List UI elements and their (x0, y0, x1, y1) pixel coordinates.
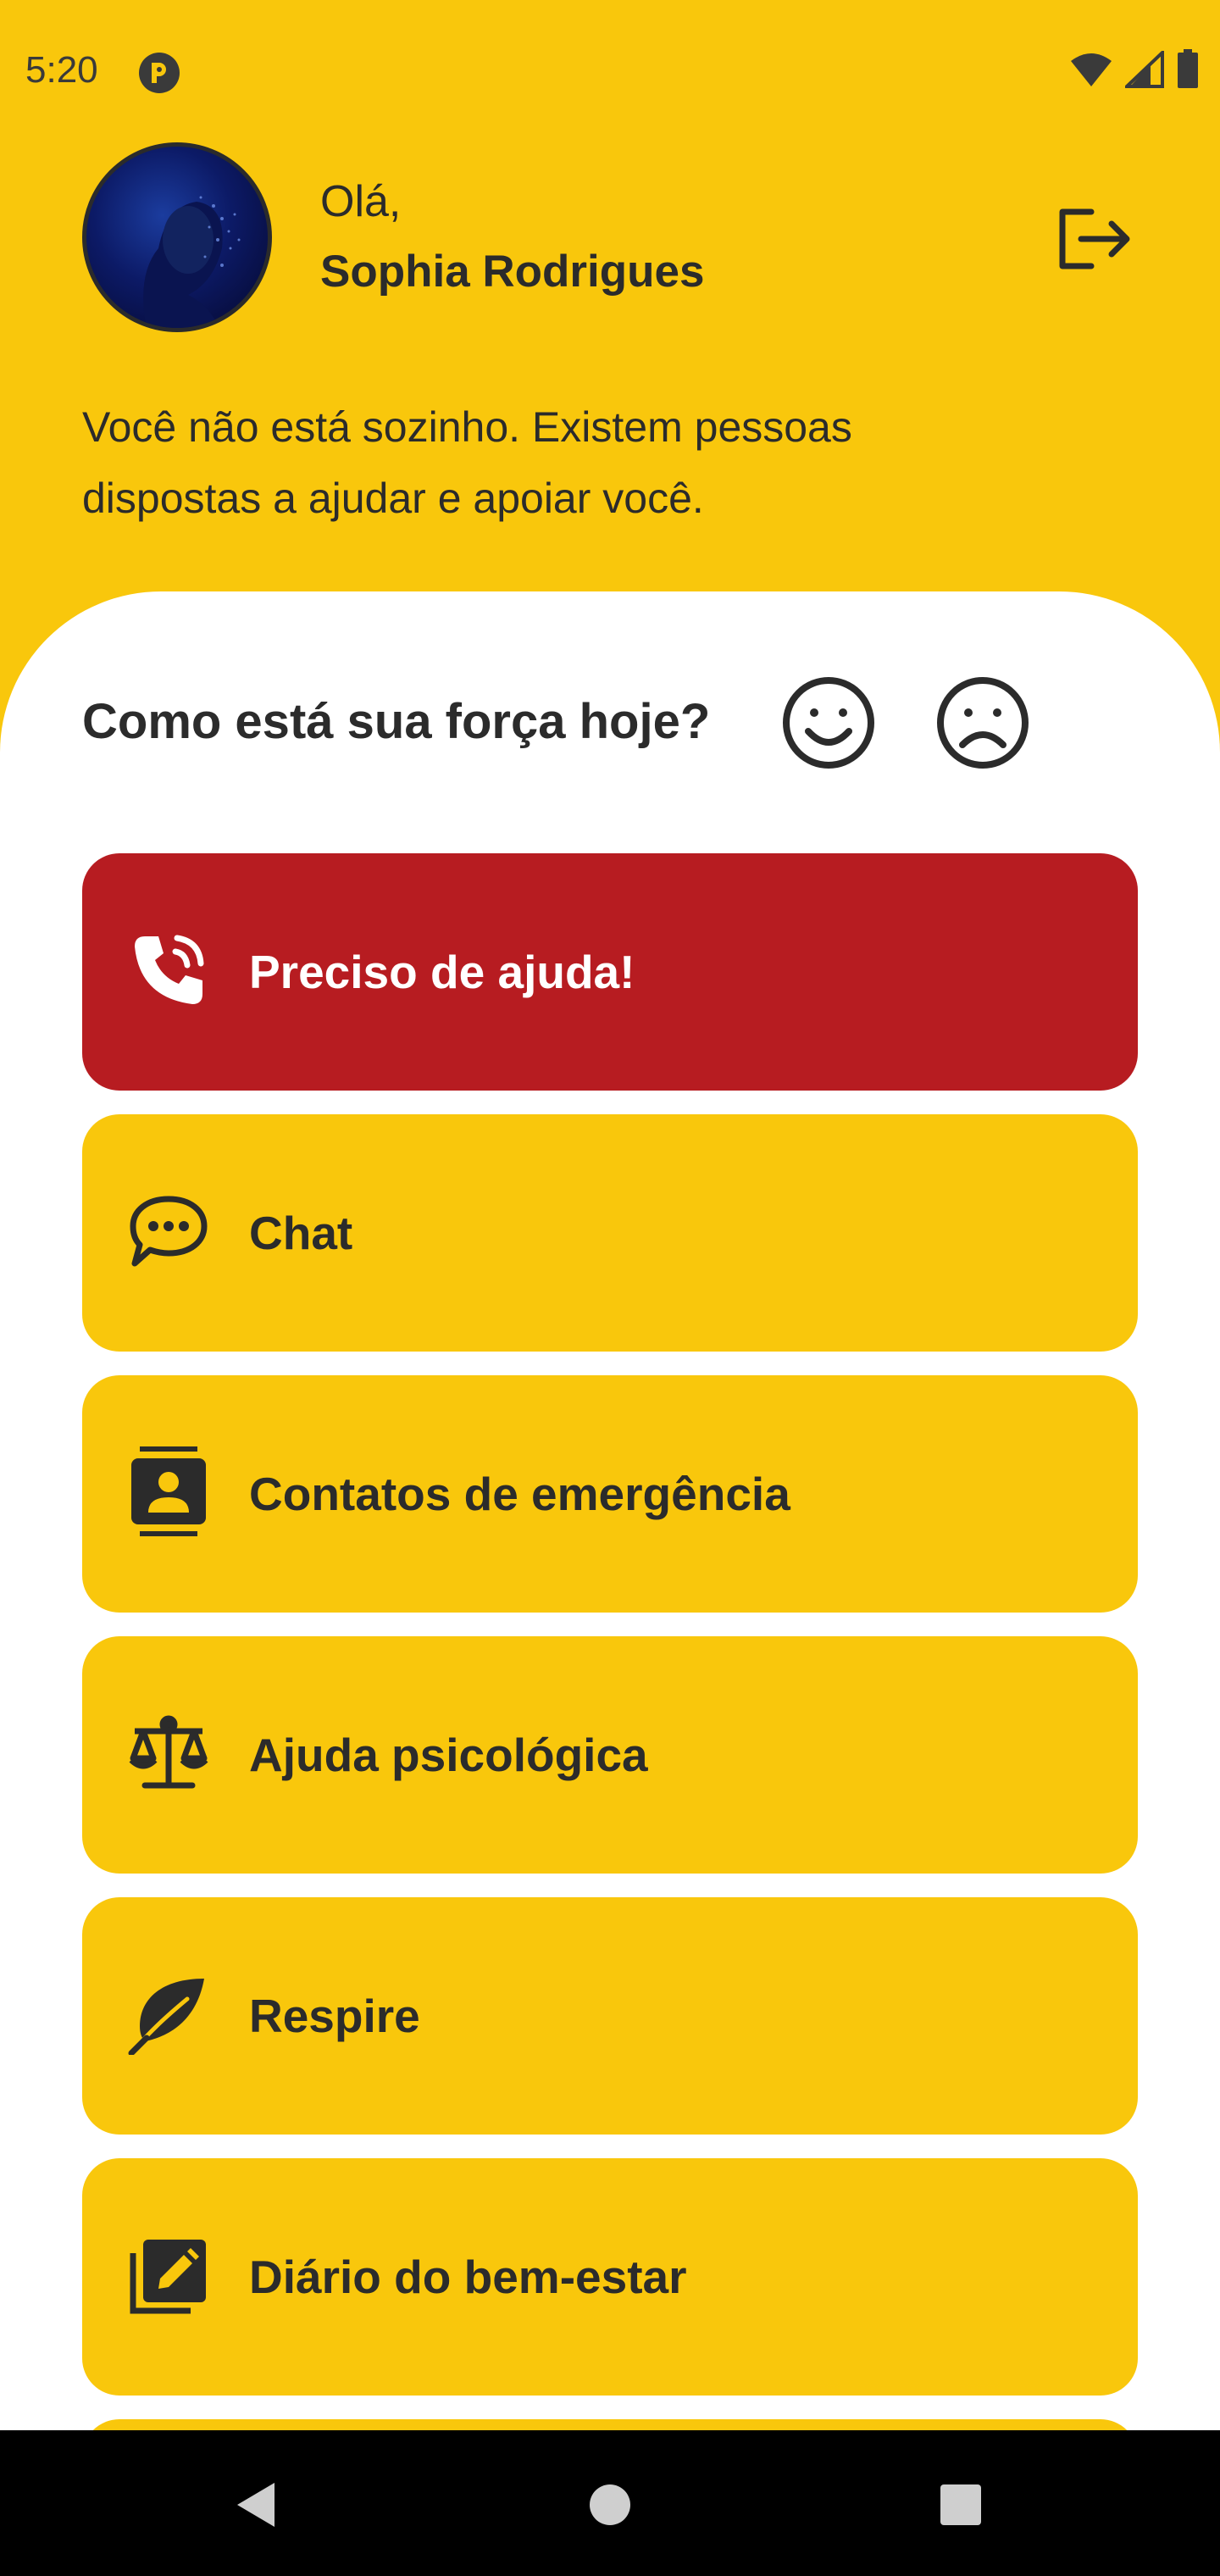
psychological-help-button[interactable]: Ajuda psicológica (82, 1636, 1138, 1874)
phone-call-icon (126, 928, 211, 1013)
emergency-contacts-button[interactable]: Contatos de emergência (82, 1375, 1138, 1613)
chat-bubble-icon (126, 1189, 211, 1274)
contacts-icon (126, 1446, 211, 1536)
signal-icon (1125, 51, 1164, 88)
status-time: 5:20 (25, 49, 98, 91)
back-icon (232, 2479, 280, 2534)
help-now-button[interactable]: Preciso de ajuda! (82, 853, 1138, 1091)
chat-button[interactable]: Chat (82, 1114, 1138, 1352)
journal-edit-icon (126, 2233, 211, 2318)
support-message: Você não está sozinho. Existem pessoas d… (82, 403, 852, 522)
frown-icon (934, 677, 1032, 775)
recents-icon (937, 2481, 984, 2533)
nav-recents-button[interactable] (918, 2464, 1003, 2549)
psychological-help-label: Ajuda psicológica (249, 1729, 648, 1781)
logout-button[interactable] (1051, 198, 1135, 283)
wifi-icon (1069, 51, 1113, 88)
nav-back-button[interactable] (214, 2464, 298, 2549)
logout-icon (1056, 205, 1130, 277)
system-nav-bar (0, 2430, 1220, 2576)
status-bar: 5:20 (0, 0, 1220, 144)
home-icon (586, 2481, 634, 2533)
mood-sad-button[interactable] (934, 674, 1032, 772)
battery-icon (1176, 49, 1200, 90)
smile-icon (779, 677, 878, 775)
leaf-icon (126, 1972, 211, 2057)
user-name: Sophia Rodrigues (320, 247, 705, 297)
app-notification-icon (137, 51, 181, 95)
avatar[interactable] (82, 142, 272, 332)
help-now-label: Preciso de ajuda! (249, 946, 635, 998)
scale-icon (126, 1711, 211, 1796)
menu-list: Preciso de ajuda! Chat Contatos de emerg… (82, 853, 1138, 2494)
breathe-button[interactable]: Respire (82, 1897, 1138, 2135)
mood-question: Como está sua força hoje? (82, 694, 711, 749)
greeting-text: Olá, (320, 177, 402, 226)
mood-happy-button[interactable] (779, 674, 878, 772)
emergency-contacts-label: Contatos de emergência (249, 1468, 790, 1520)
wellbeing-journal-button[interactable]: Diário do bem-estar (82, 2158, 1138, 2396)
chat-label: Chat (249, 1207, 353, 1259)
breathe-label: Respire (249, 1990, 420, 2042)
nav-home-button[interactable] (568, 2464, 652, 2549)
wellbeing-journal-label: Diário do bem-estar (249, 2251, 687, 2303)
